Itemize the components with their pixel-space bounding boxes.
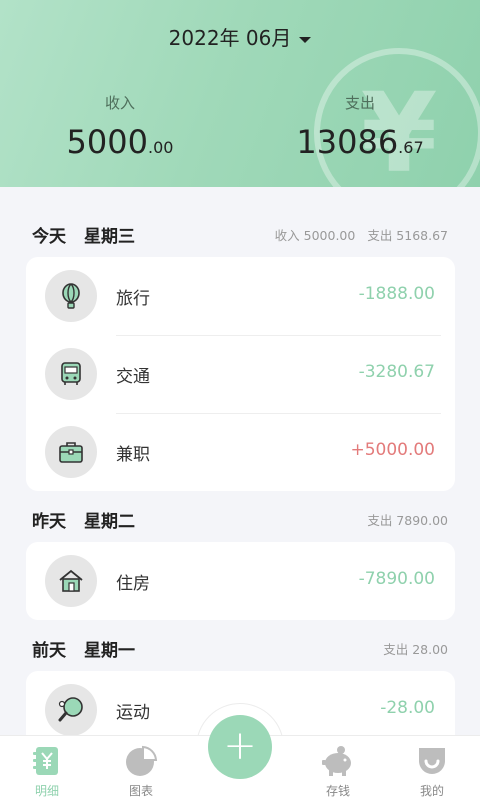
category-name: 兼职 <box>116 445 150 465</box>
tab-savings[interactable]: 存钱 <box>303 744 373 799</box>
list-item[interactable]: 住房 -7890.00 <box>26 542 455 620</box>
ping-pong-icon <box>45 684 97 735</box>
caret-down-icon <box>299 36 312 43</box>
tab-chart[interactable]: 图表 <box>106 744 176 799</box>
pie-chart-icon <box>126 745 158 776</box>
month-label: 2022年 06月 <box>168 26 292 50</box>
list-item[interactable]: 旅行 -1888.00 <box>26 257 455 335</box>
amount: -1888.00 <box>358 284 435 304</box>
income-summary: 收入 5000.00 <box>20 92 220 161</box>
tab-profile[interactable]: 我的 <box>397 744 467 799</box>
day-income-summary: 收入 5000.00 <box>274 228 356 243</box>
summary-header: ¥ 2022年 06月 收入 5000.00 支出 13086.67 <box>0 0 480 187</box>
day-header-today: 今天 星期三 收入 5000.00 支出 5168.67 <box>32 227 448 247</box>
piggy-bank-icon <box>322 746 351 776</box>
month-picker[interactable]: 2022年 06月 <box>0 22 480 51</box>
day-card-yesterday: 住房 -7890.00 <box>26 542 455 620</box>
category-name: 运动 <box>116 703 150 723</box>
profile-icon <box>419 748 445 774</box>
day-card-today: 旅行 -1888.00 交通 -3280.67 兼职 +5000.00 <box>26 257 455 491</box>
day-expense-summary: 支出 28.00 <box>383 642 448 657</box>
tab-label: 我的 <box>419 784 444 798</box>
list-item[interactable]: 兼职 +5000.00 <box>26 413 455 491</box>
tab-label: 存钱 <box>325 784 350 798</box>
amount: -3280.67 <box>358 362 435 382</box>
expense-summary: 支出 13086.67 <box>260 92 460 161</box>
income-label: 收入 <box>104 94 135 112</box>
tab-label: 图表 <box>128 784 153 798</box>
expense-label: 支出 <box>344 94 375 112</box>
amount: -28.00 <box>380 698 435 718</box>
expense-amount: 13086.67 <box>296 123 424 161</box>
day-header-day-before: 前天 星期一 支出 28.00 <box>32 641 448 661</box>
add-record-button[interactable]: + <box>208 715 272 779</box>
category-name: 交通 <box>116 367 150 387</box>
day-expense-summary: 支出 7890.00 <box>367 513 448 528</box>
day-header-yesterday: 昨天 星期二 支出 7890.00 <box>32 512 448 532</box>
tab-label: 明细 <box>34 784 59 798</box>
amount: +5000.00 <box>350 440 435 460</box>
briefcase-icon <box>45 426 97 478</box>
income-amount: 5000.00 <box>66 123 174 161</box>
list-item[interactable]: 交通 -3280.67 <box>26 335 455 413</box>
tab-details[interactable]: 明细 <box>12 744 82 799</box>
amount: -7890.00 <box>358 569 435 589</box>
plus-icon: + <box>223 723 257 769</box>
bus-icon <box>45 348 97 400</box>
category-name: 旅行 <box>116 289 150 309</box>
balloon-icon <box>45 270 97 322</box>
house-icon <box>45 555 97 607</box>
category-name: 住房 <box>116 574 150 594</box>
day-expense-summary: 支出 5168.67 <box>367 228 448 243</box>
transaction-list[interactable]: 今天 星期三 收入 5000.00 支出 5168.67 旅行 -1888.00 交… <box>0 187 480 735</box>
ledger-icon <box>33 747 58 775</box>
